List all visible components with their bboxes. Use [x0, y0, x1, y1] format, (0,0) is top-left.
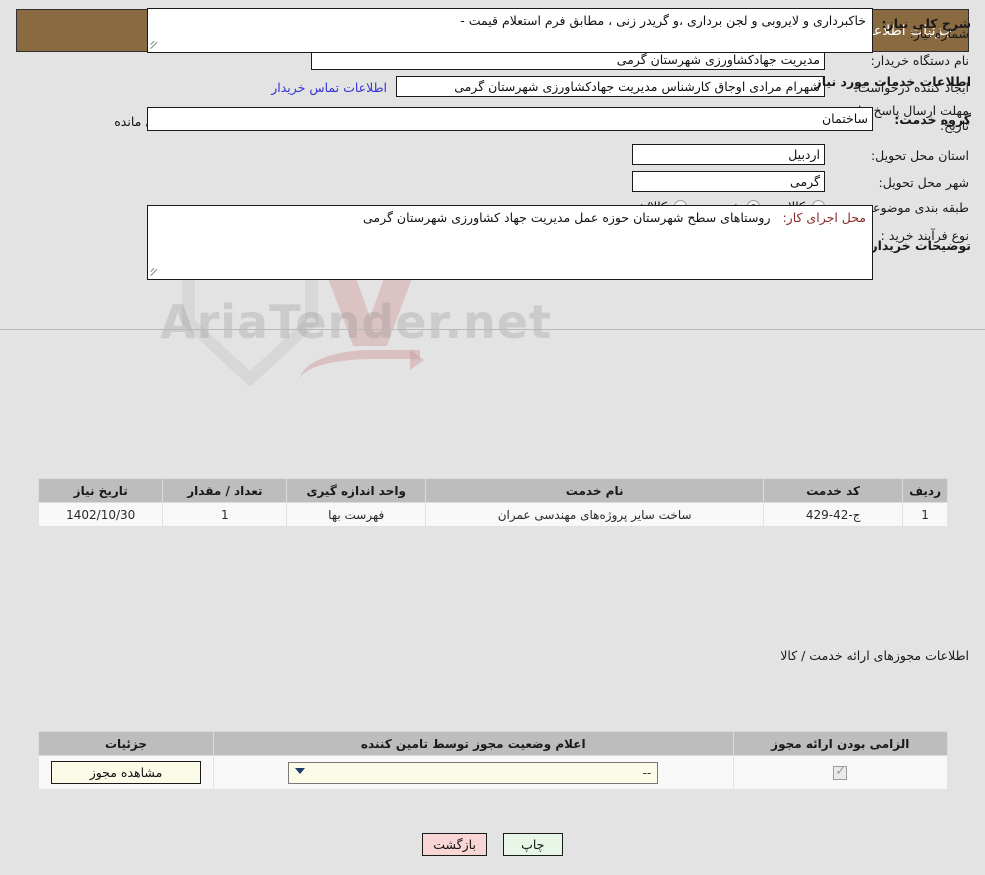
chevron-down-icon: [295, 768, 305, 774]
back-button[interactable]: بازگشت: [422, 833, 487, 856]
cell-license-required: [733, 756, 947, 790]
service-items-table: ردیف کد خدمت نام خدمت واحد اندازه گیری ت…: [38, 478, 948, 527]
col-quantity: تعداد / مقدار: [163, 479, 287, 503]
cell-license-details: مشاهده مجوز: [39, 756, 214, 790]
cell-quantity: 1: [163, 503, 287, 527]
buyer-org-label: نام دستگاه خریدار:: [871, 53, 969, 68]
services-info-heading: اطلاعات خدمات مورد نیاز: [815, 74, 972, 89]
col-license-details: جزئیات: [39, 732, 214, 756]
cell-service-name: ساخت سایر پروژه‌های مهندسی عمران: [426, 503, 764, 527]
general-description-label: شرح کلی نیاز:: [882, 16, 971, 31]
section-divider: [0, 329, 985, 330]
table-header-row: الزامی بودن ارائه مجوز اعلام وضعیت مجوز …: [39, 732, 948, 756]
col-license-required: الزامی بودن ارائه مجوز: [733, 732, 947, 756]
cell-need-date: 1402/10/30: [39, 503, 163, 527]
cell-measure-unit: فهرست بها: [287, 503, 426, 527]
view-license-button[interactable]: مشاهده مجوز: [51, 761, 201, 784]
license-status-select[interactable]: --: [288, 762, 658, 784]
service-group-label: گروه خدمت:: [894, 112, 971, 127]
col-service-name: نام خدمت: [426, 479, 764, 503]
table-row: -- مشاهده مجوز: [39, 756, 948, 790]
cell-license-status: --: [213, 756, 733, 790]
col-service-code: کد خدمت: [764, 479, 903, 503]
general-description-value: خاکبرداری و لایروبی و لجن برداری ،و گرید…: [460, 13, 866, 28]
delivery-province-value: اردبیل: [632, 144, 825, 165]
delivery-province-label: استان محل تحویل:: [871, 148, 969, 163]
request-creator-value: شهرام مرادی اوجاق کارشناس مدیریت جهادکشا…: [396, 76, 825, 97]
buyer-contact-link[interactable]: اطلاعات تماس خریدار: [271, 80, 387, 95]
licenses-section-title: اطلاعات مجوزهای ارائه خدمت / کالا: [780, 648, 969, 663]
delivery-city-value: گرمی: [632, 171, 825, 192]
resize-grip-icon-notes[interactable]: [150, 266, 162, 278]
col-need-date: تاریخ نیاز: [39, 479, 163, 503]
licenses-table: الزامی بودن ارائه مجوز اعلام وضعیت مجوز …: [38, 731, 948, 790]
page-root: V AriaTender.net جزئیات اطلاعات نیاز شما…: [0, 0, 985, 875]
buyer-notes-prefix: محل اجرای کار:: [782, 210, 866, 225]
table-row: 1 ج-42-429 ساخت سایر پروژه‌های مهندسی عم…: [39, 503, 948, 527]
license-status-value: --: [643, 766, 652, 780]
cell-service-code: ج-42-429: [764, 503, 903, 527]
footer-button-bar: بازگشت چاپ: [0, 833, 985, 856]
cell-row-number: 1: [903, 503, 948, 527]
buyer-notes-label: توضیحات خریدار:: [865, 238, 971, 253]
print-button[interactable]: چاپ: [503, 833, 563, 856]
license-required-checkbox: [833, 766, 847, 780]
general-description-textarea[interactable]: خاکبرداری و لایروبی و لجن برداری ،و گرید…: [147, 8, 873, 53]
licenses-panel: [32, 565, 985, 715]
col-license-status: اعلام وضعیت مجوز توسط تامین کننده: [213, 732, 733, 756]
col-row-number: ردیف: [903, 479, 948, 503]
buyer-notes-textarea[interactable]: محل اجرای کار: روستاهای سطح شهرستان حوزه…: [147, 205, 873, 280]
table-header-row: ردیف کد خدمت نام خدمت واحد اندازه گیری ت…: [39, 479, 948, 503]
service-group-value: ساختمان: [147, 107, 873, 131]
buyer-notes-value: روستاهای سطح شهرستان حوزه عمل مدیریت جها…: [363, 210, 771, 225]
resize-grip-icon[interactable]: [150, 39, 162, 51]
delivery-city-label: شهر محل تحویل:: [879, 175, 969, 190]
col-measure-unit: واحد اندازه گیری: [287, 479, 426, 503]
subject-category-label: طبقه بندی موضوعی:: [858, 200, 969, 215]
